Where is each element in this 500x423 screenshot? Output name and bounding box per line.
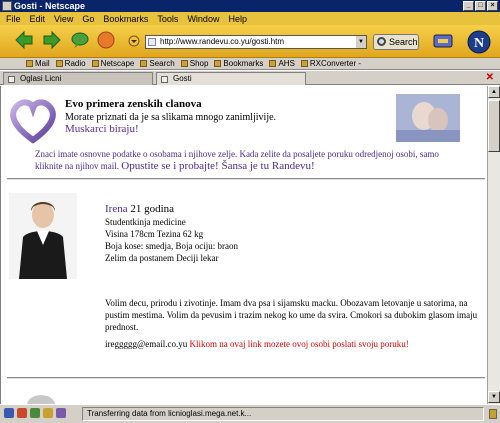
profile-contact: ireggggg@email.co.yu Klikom na ovaj link… xyxy=(105,339,409,349)
reload-icon[interactable] xyxy=(70,30,90,50)
window-title: Gosti - Netscape xyxy=(14,1,86,11)
mail-icon xyxy=(26,60,33,67)
profile-line: Studentkinja medicine xyxy=(105,217,186,227)
send-message-link[interactable]: Klikom na ovaj link mozete ovoj osobi po… xyxy=(190,339,409,349)
folder-icon xyxy=(269,60,277,67)
search-button[interactable]: Search xyxy=(373,34,419,50)
profile-line: Visina 178cm Tezina 62 kg xyxy=(105,229,204,239)
personal-mail[interactable]: Mail xyxy=(26,59,50,68)
status-bar: Transferring data from licnioglasi.mega.… xyxy=(0,404,500,423)
personal-radio[interactable]: Radio xyxy=(55,59,86,68)
shop-icon xyxy=(180,60,188,67)
search-icon xyxy=(140,60,148,67)
lock-icon[interactable] xyxy=(489,409,497,419)
intro-slogan: Opustite se i probajte! Šansa je tu Rand… xyxy=(121,160,315,172)
personal-bookmarks[interactable]: Bookmarks xyxy=(214,59,263,68)
netscape-icon xyxy=(91,60,99,67)
window-title-bar: Gosti - Netscape _ □ × xyxy=(0,0,500,12)
maximize-button[interactable]: □ xyxy=(475,1,486,11)
men-link[interactable]: Muskarci birajuǃ xyxy=(65,123,139,135)
netscape-logo-icon: N xyxy=(467,30,491,54)
svg-text:N: N xyxy=(474,36,484,51)
personal-search[interactable]: Search xyxy=(140,59,175,68)
next-profile-photo xyxy=(27,395,55,404)
section-divider xyxy=(7,178,485,180)
heart-logo-icon xyxy=(10,99,56,144)
vertical-scrollbar[interactable]: ▲ ▼ xyxy=(487,86,500,404)
menu-edit[interactable]: Edit xyxy=(30,14,46,24)
search-button-label: Search xyxy=(389,37,418,47)
page-icon xyxy=(161,76,168,83)
tab-gosti[interactable]: Gosti xyxy=(156,72,306,85)
radio-icon xyxy=(55,60,63,67)
page-icon xyxy=(8,76,15,83)
personal-rxconverter[interactable]: RXConverter - xyxy=(300,59,361,68)
personal-ahs[interactable]: AHS xyxy=(269,59,295,68)
chat-icon[interactable] xyxy=(56,408,66,418)
forward-icon[interactable] xyxy=(42,30,62,50)
url-dropdown-icon[interactable] xyxy=(128,35,140,47)
personal-netscape[interactable]: Netscape xyxy=(91,59,134,68)
profile-line: Zelim da postanem Deciji lekar xyxy=(105,253,219,263)
close-tab-icon[interactable]: ✕ xyxy=(486,73,494,83)
menu-view[interactable]: View xyxy=(54,14,73,24)
profile-email[interactable]: ireggggg@email.co.yu xyxy=(105,339,187,349)
stop-icon[interactable] xyxy=(96,30,116,50)
minimize-button[interactable]: _ xyxy=(463,1,474,11)
menu-window[interactable]: Window xyxy=(187,14,219,24)
tab-oglasi-licni[interactable]: Oglasi Licni xyxy=(3,72,153,85)
navigation-toolbar: http://www.randevu.co.yu/gosti.htm ▼ Sea… xyxy=(0,25,500,58)
folder-icon xyxy=(300,60,308,67)
composer-icon[interactable] xyxy=(30,408,40,418)
bookmarks-icon xyxy=(214,60,222,67)
url-field[interactable]: http://www.randevu.co.yu/gosti.htm ▼ xyxy=(145,35,367,49)
menu-file[interactable]: File xyxy=(6,14,21,24)
status-text: Transferring data from licnioglasi.mega.… xyxy=(82,407,484,421)
menu-tools[interactable]: Tools xyxy=(157,14,178,24)
close-button[interactable]: × xyxy=(487,1,498,11)
menu-bar: File Edit View Go Bookmarks Tools Window… xyxy=(0,12,500,25)
netscape-app-icon xyxy=(2,1,12,11)
scroll-down-icon[interactable]: ▼ xyxy=(488,391,500,403)
personal-shop[interactable]: Shop xyxy=(180,59,208,68)
scroll-up-icon[interactable]: ▲ xyxy=(488,86,500,98)
menu-bookmarks[interactable]: Bookmarks xyxy=(103,14,148,24)
page-title: Evo primera zenskih clanova xyxy=(65,98,202,110)
intro-text: Znaci imate osnovne podatke o osobama i … xyxy=(35,148,445,172)
back-icon[interactable] xyxy=(14,30,34,50)
address-book-icon[interactable] xyxy=(43,408,53,418)
profile-line: Boja kose: smedja, Boja ociju: braon xyxy=(105,241,238,251)
url-text: http://www.randevu.co.yu/gosti.htm xyxy=(160,37,285,46)
print-icon[interactable] xyxy=(432,31,454,51)
page-subtitle: Morate priznati da je sa slikama mnogo z… xyxy=(65,112,277,123)
page-content: Evo primera zenskih clanova Morate prizn… xyxy=(0,86,487,404)
profile-name: Irena 21 godina xyxy=(105,203,175,215)
section-divider xyxy=(7,377,485,379)
page-icon xyxy=(148,38,156,46)
profile-description: Volim decu, prirodu i zivotinje. Imam dv… xyxy=(105,298,478,332)
mail-icon[interactable] xyxy=(17,408,27,418)
menu-help[interactable]: Help xyxy=(228,14,247,24)
couple-photo xyxy=(396,94,460,142)
search-icon xyxy=(377,37,386,46)
menu-go[interactable]: Go xyxy=(82,14,94,24)
personal-toolbar: Mail Radio Netscape Search Shop Bookmark… xyxy=(0,58,500,70)
scroll-thumb[interactable] xyxy=(488,100,500,152)
component-bar xyxy=(4,408,66,418)
tab-bar: Oglasi Licni Gosti ✕ xyxy=(0,71,500,85)
url-history-dropdown[interactable]: ▼ xyxy=(356,36,366,48)
profile-photo xyxy=(9,193,77,279)
navigator-icon[interactable] xyxy=(4,408,14,418)
